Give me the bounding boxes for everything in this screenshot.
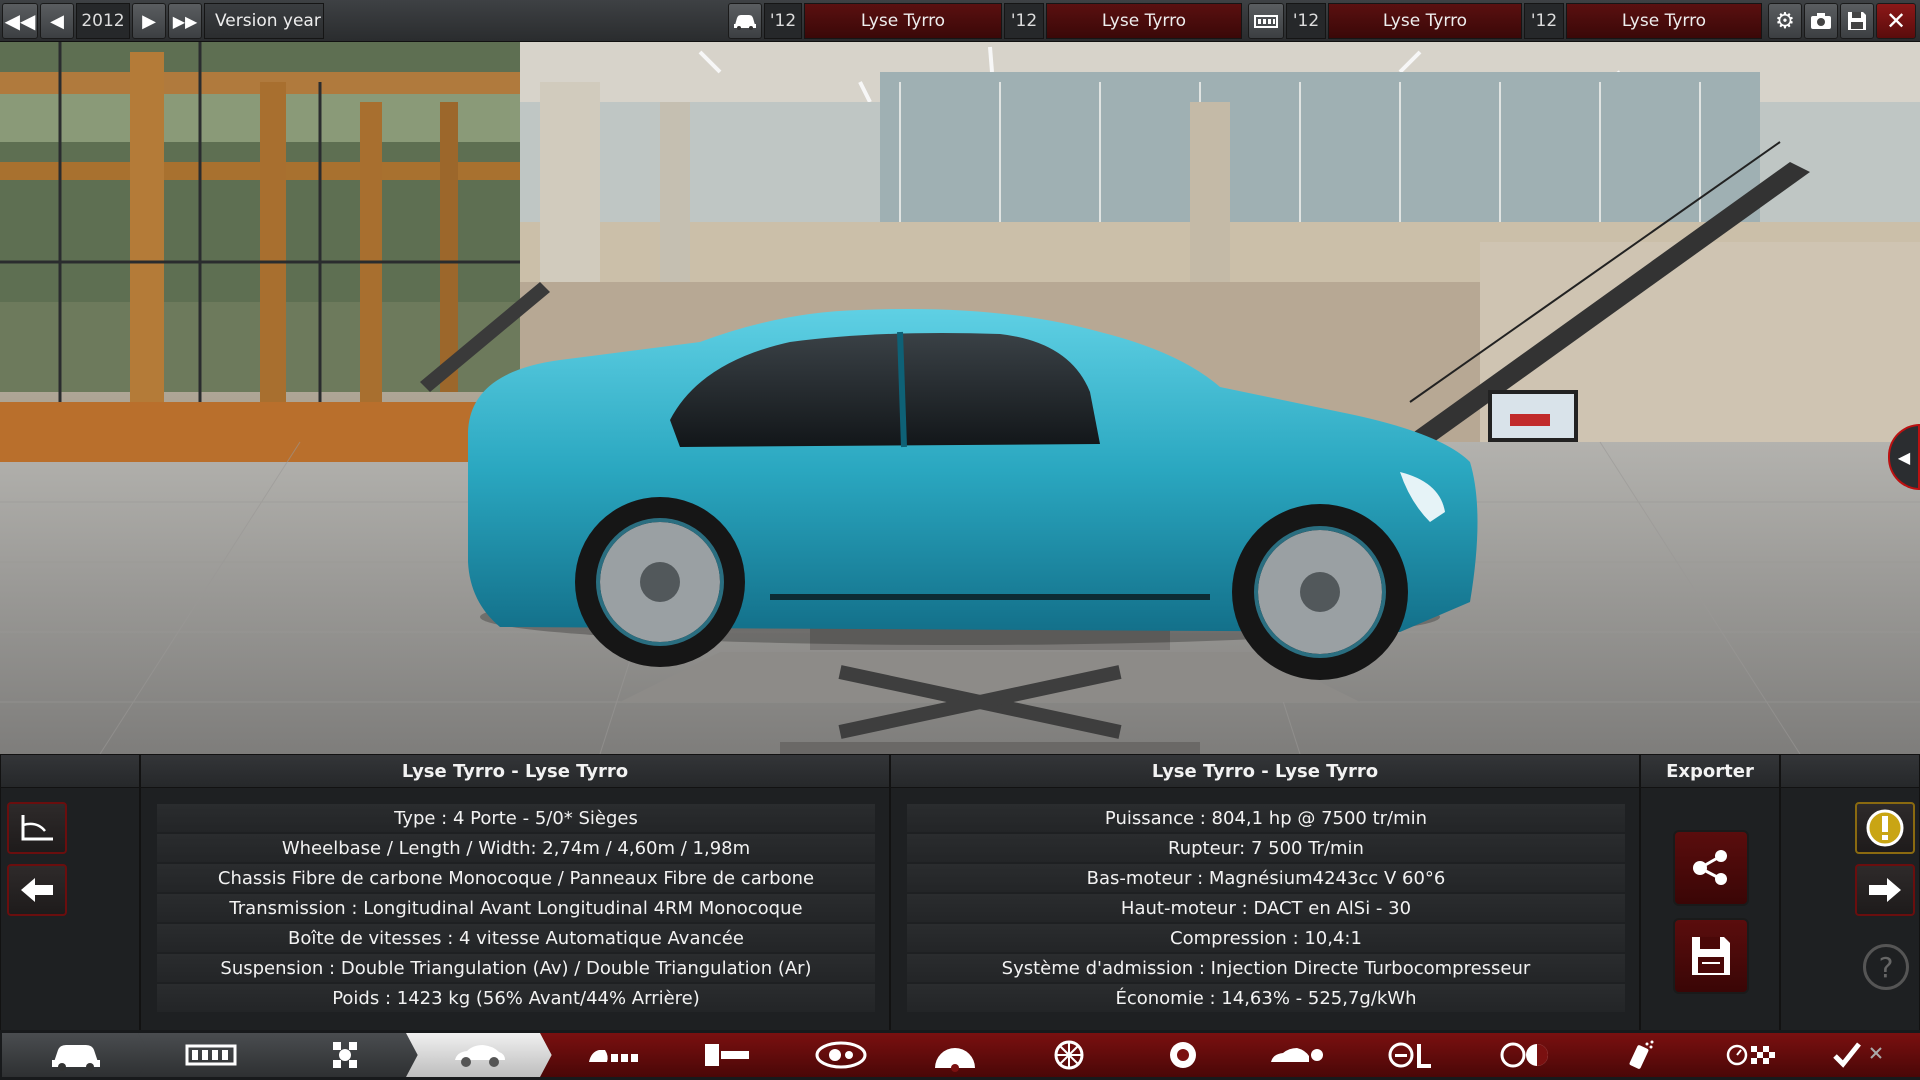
- nav-finish-step[interactable]: [1794, 1033, 1920, 1077]
- stat-top-end: Haut-moteur : DACT en AlSi - 30: [907, 894, 1625, 922]
- engine-icon: [1254, 15, 1278, 28]
- slot-4-engine-variant[interactable]: Lyse Tyrro: [1566, 3, 1762, 39]
- slot-2-year: '12: [1004, 3, 1044, 39]
- stat-bottom-end: Bas-moteur : Magnésium4243cc V 60°6: [907, 864, 1625, 892]
- stat-compression: Compression : 10,4:1: [907, 924, 1625, 952]
- stat-chassis: Chassis Fibre de carbone Monocoque / Pan…: [157, 864, 875, 892]
- chevron-left-icon: ◀: [1897, 447, 1911, 467]
- warning-icon: [1866, 809, 1904, 847]
- stat-dimensions: Wheelbase / Length / Width: 2,74m / 4,60…: [157, 834, 875, 862]
- floppy-disk-icon: [1848, 12, 1866, 30]
- share-icon: [1693, 850, 1727, 885]
- warning-button[interactable]: [1855, 802, 1915, 854]
- next-button[interactable]: [1855, 864, 1915, 916]
- engine-stats-panel: Puissance : 804,1 hp @ 7500 tr/min Rupte…: [890, 788, 1640, 1030]
- model-selector-button[interactable]: [728, 3, 762, 39]
- export-header: Exporter: [1640, 754, 1780, 788]
- export-save-button[interactable]: [1673, 918, 1749, 994]
- nav-chassis-step[interactable]: [138, 1033, 284, 1077]
- close-button[interactable]: ✕: [1876, 3, 1916, 39]
- left-nav-column: [0, 788, 140, 1030]
- share-export-button[interactable]: [1673, 830, 1749, 906]
- floppy-disk-icon: [1692, 937, 1730, 975]
- checkmark-icon: [1833, 1042, 1882, 1068]
- export-column: [1640, 788, 1780, 1030]
- gear-icon: ⚙: [1775, 8, 1795, 34]
- back-button[interactable]: [7, 864, 67, 916]
- first-year-button[interactable]: ◀◀: [2, 3, 38, 39]
- car-showroom-viewport[interactable]: ◀: [0, 42, 1920, 754]
- engine-selector-button[interactable]: [1248, 3, 1284, 39]
- car-front-icon: [52, 1045, 100, 1071]
- steering-wheel-icon: [1388, 1042, 1431, 1068]
- stat-type: Type : 4 Porte - 5/0* Sièges: [157, 804, 875, 832]
- gauge-icon: [935, 1048, 975, 1072]
- save-top-button[interactable]: [1840, 3, 1874, 39]
- arrow-right-icon: [1869, 878, 1901, 902]
- camera-icon: [1811, 13, 1831, 29]
- year-value: 2012: [76, 3, 130, 39]
- car-summary-panel: Lyse Tyrro - Lyse Tyrro Type : 4 Porte -…: [0, 754, 1920, 1030]
- stat-intake: Système d'admission : Injection Directe …: [907, 954, 1625, 982]
- steering-tune-icon: [1500, 1042, 1548, 1068]
- stat-suspension: Suspension : Double Triangulation (Av) /…: [157, 954, 875, 982]
- suspension-icon: [333, 1042, 357, 1068]
- camera-angle-button[interactable]: [7, 802, 67, 854]
- prev-icon: ◀: [50, 10, 64, 32]
- panel-header-spacer-right: [1780, 754, 1920, 788]
- nav-suspension-step[interactable]: [272, 1033, 418, 1077]
- slot-1-model[interactable]: Lyse Tyrro: [804, 3, 1002, 39]
- engine-block-icon: [705, 1044, 749, 1066]
- panel-header-spacer-left: [0, 754, 140, 788]
- left-panel-title: Lyse Tyrro - Lyse Tyrro: [140, 754, 890, 788]
- stat-power: Puissance : 804,1 hp @ 7500 tr/min: [907, 804, 1625, 832]
- slot-4-year: '12: [1524, 3, 1564, 39]
- showroom-render: [0, 42, 1920, 754]
- screenshot-button[interactable]: [1804, 3, 1838, 39]
- brake-disc-icon: [1170, 1042, 1196, 1068]
- arrow-left-icon: [21, 878, 53, 902]
- slot-1-year: '12: [764, 3, 802, 39]
- spray-paint-icon: [1629, 1040, 1654, 1069]
- car-side-icon: [455, 1045, 505, 1067]
- axis-angle-icon: [21, 815, 53, 841]
- stat-weight: Poids : 1423 kg (56% Avant/44% Arrière): [157, 984, 875, 1012]
- chassis-stats-list: Type : 4 Porte - 5/0* Sièges Wheelbase /…: [157, 804, 875, 1014]
- skip-back-icon: ◀◀: [4, 9, 36, 33]
- version-year-label: Version year: [204, 3, 324, 39]
- settings-button[interactable]: ⚙: [1768, 3, 1802, 39]
- next-year-button[interactable]: ▶: [132, 3, 166, 39]
- skip-forward-icon: ▶▶: [172, 11, 198, 31]
- chassis-frame-icon: [185, 1044, 237, 1066]
- designer-step-nav: [0, 1030, 1920, 1080]
- top-toolbar: ◀◀ ◀ 2012 ▶ ▶▶ Version year '12 Lyse Tyr…: [0, 0, 1920, 42]
- stat-redline: Rupteur: 7 500 Tr/min: [907, 834, 1625, 862]
- next-icon: ▶: [142, 10, 156, 32]
- car-front-icon: [734, 15, 756, 30]
- chassis-stats-panel: Type : 4 Porte - 5/0* Sièges Wheelbase /…: [140, 788, 890, 1030]
- stat-economy: Économie : 14,63% - 525,7g/kWh: [907, 984, 1625, 1012]
- slot-3-engine-family[interactable]: Lyse Tyrro: [1328, 3, 1522, 39]
- timer-flag-icon: [1726, 1044, 1775, 1066]
- question-mark-icon: ?: [1878, 950, 1894, 984]
- help-button[interactable]: ?: [1863, 944, 1909, 990]
- nav-model-step[interactable]: [2, 1033, 150, 1077]
- seats-icon: [589, 1050, 638, 1062]
- right-panel-title: Lyse Tyrro - Lyse Tyrro: [890, 754, 1640, 788]
- prev-year-button[interactable]: ◀: [40, 3, 74, 39]
- stat-drivetrain: Transmission : Longitudinal Avant Longit…: [157, 894, 875, 922]
- engine-stats-list: Puissance : 804,1 hp @ 7500 tr/min Rupte…: [907, 804, 1625, 1014]
- slot-3-year: '12: [1286, 3, 1326, 39]
- stat-gearbox: Boîte de vitesses : 4 vitesse Automatiqu…: [157, 924, 875, 952]
- wheel-icon: [1054, 1040, 1084, 1070]
- cylinder-icon: [815, 1041, 867, 1069]
- right-nav-column: ?: [1780, 788, 1920, 1030]
- nav-body-step[interactable]: [406, 1033, 552, 1077]
- close-icon: ✕: [1885, 7, 1907, 35]
- car-fan-icon: [1271, 1048, 1323, 1062]
- last-year-button[interactable]: ▶▶: [168, 3, 202, 39]
- slot-2-trim[interactable]: Lyse Tyrro: [1046, 3, 1242, 39]
